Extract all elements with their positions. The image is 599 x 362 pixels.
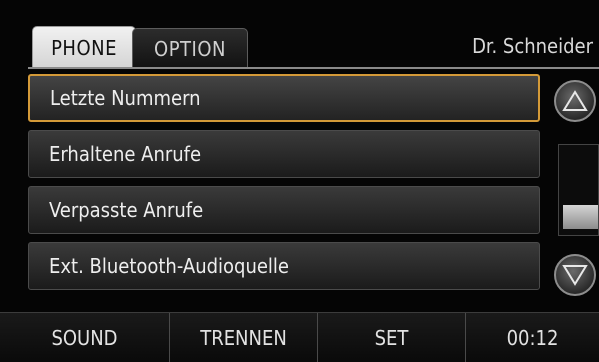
bottom-bar: SOUND TRENNEN SET 00:12 [0,312,599,362]
triangle-down-icon [562,265,588,286]
scroll-up-button[interactable] [554,80,596,122]
set-button[interactable]: SET [318,313,466,362]
sound-button[interactable]: SOUND [0,313,170,362]
list-item-verpasste-anrufe[interactable]: Verpasste Anrufe [28,186,540,234]
user-name: Dr. Schneider [472,34,593,58]
scroll-track[interactable] [558,144,599,236]
phone-screen: PHONE OPTION Dr. Schneider Letzte Nummer… [0,0,599,362]
triangle-up-icon [562,90,588,111]
scroll-down-button[interactable] [554,254,596,296]
scroll-thumb[interactable] [563,205,598,229]
trennen-button[interactable]: TRENNEN [170,313,318,362]
list-item-bluetooth-audio[interactable]: Ext. Bluetooth-Audioquelle [28,242,540,290]
tab-bar: PHONE OPTION Dr. Schneider [0,0,599,72]
list-item-erhaltene-anrufe[interactable]: Erhaltene Anrufe [28,130,540,178]
tab-divider [28,67,599,69]
list-item-letzte-nummern[interactable]: Letzte Nummern [28,74,540,122]
clock-time: 00:12 [506,325,559,350]
tab-option[interactable]: OPTION [132,28,248,69]
tab-phone[interactable]: PHONE [32,26,136,69]
